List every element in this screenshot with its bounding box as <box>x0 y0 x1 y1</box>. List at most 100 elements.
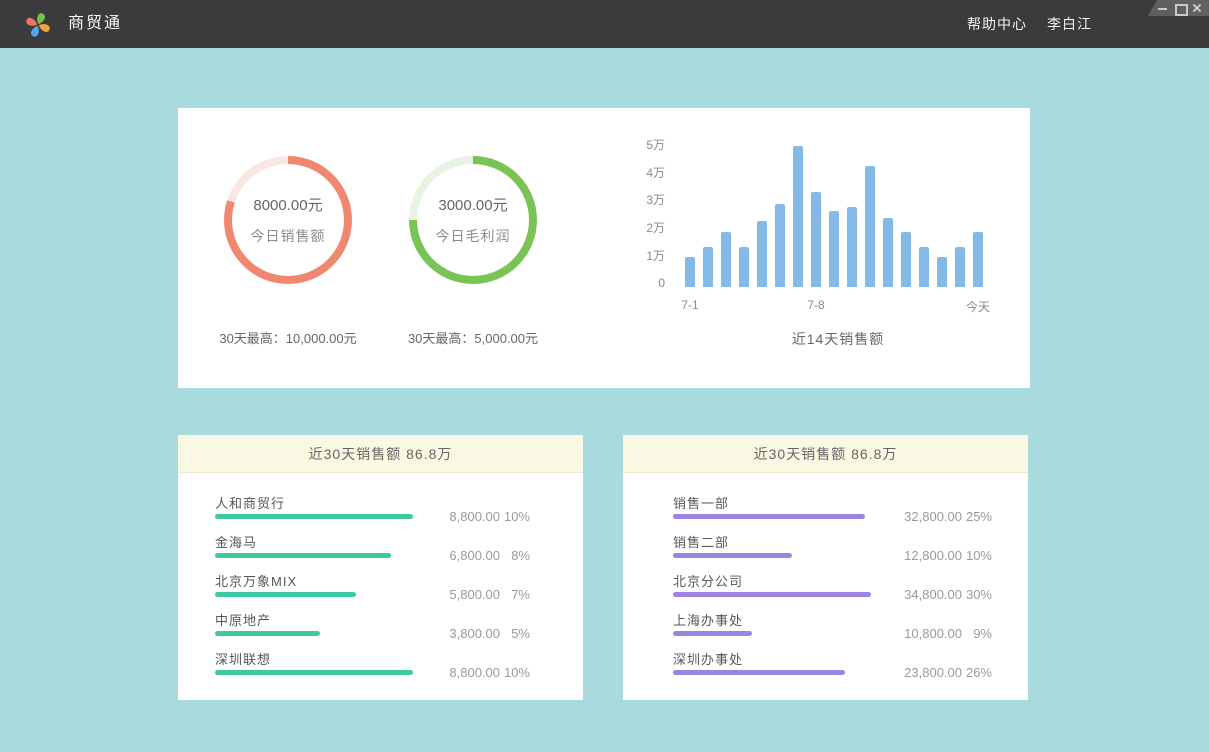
rank-item-figures: 8,800.0010% <box>415 509 530 524</box>
rank-item-amount: 8,800.00 <box>415 509 500 524</box>
rank-item-amount: 10,800.00 <box>877 626 962 641</box>
rank-item-figures: 8,800.0010% <box>415 665 530 680</box>
rank-row: 北京分公司34,800.0030% <box>673 571 1003 597</box>
bar-chart-bars <box>685 136 991 287</box>
rank-item-amount: 23,800.00 <box>877 665 962 680</box>
today-profit-value: 3000.00元 <box>438 194 507 215</box>
rank-item-percent: 9% <box>962 626 992 641</box>
today-profit-donut: 3000.00元 今日毛利润 <box>409 156 537 284</box>
daily-sales-bar <box>973 232 983 287</box>
minimize-button-icon[interactable] <box>1158 3 1167 13</box>
rank-item-bar <box>215 553 391 558</box>
daily-sales-bar <box>847 207 857 287</box>
daily-sales-bar <box>829 211 839 287</box>
rank-item-amount: 32,800.00 <box>877 509 962 524</box>
x-axis-tick-label: 今天 <box>966 298 990 315</box>
rank-row: 上海办事处10,800.009% <box>673 610 1003 636</box>
rank-row: 深圳联想8,800.0010% <box>215 649 545 675</box>
dept-rank-title: 近30天销售额 86.8万 <box>623 435 1028 473</box>
rank-item-amount: 8,800.00 <box>415 665 500 680</box>
maximize-button-icon[interactable] <box>1175 3 1184 13</box>
rank-row: 金海马6,800.008% <box>215 532 545 558</box>
rank-item-bar <box>215 631 320 636</box>
rank-row: 北京万象MIX5,800.007% <box>215 571 545 597</box>
rank-item-bar <box>215 592 356 597</box>
customer-rank-list: 人和商贸行8,800.0010% 金海马6,800.008% 北京万象MIX5,80… <box>178 473 583 675</box>
rank-item-figures: 34,800.0030% <box>877 587 992 602</box>
y-axis-tick-label: 1万 <box>640 249 665 263</box>
dept-rank-card: 近30天销售额 86.8万 销售一部32,800.0025% 销售二部12,800… <box>623 435 1028 700</box>
rank-item-percent: 7% <box>500 587 530 602</box>
daily-sales-bar <box>883 218 893 287</box>
rank-item-figures: 6,800.008% <box>415 548 530 563</box>
rank-item-bar <box>673 592 871 597</box>
daily-sales-bar <box>811 192 821 287</box>
rank-item-figures: 10,800.009% <box>877 626 992 641</box>
today-sales-label: 今日销售额 <box>251 226 326 246</box>
rank-item-percent: 5% <box>500 626 530 641</box>
rank-item-figures: 23,800.0026% <box>877 665 992 680</box>
daily-sales-bar <box>757 221 767 287</box>
today-sales-donut: 8000.00元 今日销售额 <box>224 156 352 284</box>
rank-item-amount: 6,800.00 <box>415 548 500 563</box>
daily-sales-bar <box>955 247 965 287</box>
rank-item-percent: 10% <box>962 548 992 563</box>
today-profit-donut-center: 3000.00元 今日毛利润 <box>409 156 537 284</box>
help-center-link[interactable]: 帮助中心 <box>967 14 1027 34</box>
logo-petal-icon <box>30 25 40 38</box>
username-menu[interactable]: 李白江 <box>1047 14 1092 34</box>
daily-sales-bar <box>703 247 713 287</box>
titlebar-links: 帮助中心 李白江 <box>967 0 1092 48</box>
rank-item-figures: 3,800.005% <box>415 626 530 641</box>
rank-item-figures: 5,800.007% <box>415 587 530 602</box>
today-sales-value: 8000.00元 <box>253 194 322 215</box>
y-axis-tick-label: 2万 <box>640 221 665 235</box>
rank-item-amount: 12,800.00 <box>877 548 962 563</box>
rank-item-percent: 10% <box>500 665 530 680</box>
bar-chart-title: 近14天销售额 <box>685 329 991 349</box>
daily-sales-bar <box>937 257 947 287</box>
rank-item-bar <box>673 631 752 636</box>
daily-sales-bar <box>721 232 731 287</box>
rank-item-bar <box>673 514 865 519</box>
daily-sales-bar <box>739 247 749 287</box>
rank-item-amount: 34,800.00 <box>877 587 962 602</box>
sales-14day-bar-chart: 5万4万3万2万1万0 7-17-8今天 近14天销售额 <box>640 136 1010 366</box>
rank-item-bar <box>215 514 413 519</box>
rank-row: 深圳办事处23,800.0026% <box>673 649 1003 675</box>
app-title: 商贸通 <box>68 0 122 48</box>
y-axis-tick-label: 0 <box>640 276 665 290</box>
rank-row: 销售二部12,800.0010% <box>673 532 1003 558</box>
rank-row: 销售一部32,800.0025% <box>673 493 1003 519</box>
rank-item-bar <box>215 670 413 675</box>
y-axis-tick-label: 4万 <box>640 166 665 180</box>
daily-sales-bar <box>775 204 785 287</box>
titlebar: 商贸通 帮助中心 李白江 <box>0 0 1209 48</box>
today-sales-donut-center: 8000.00元 今日销售额 <box>224 156 352 284</box>
rank-item-figures: 12,800.0010% <box>877 548 992 563</box>
x-axis-tick-label: 7-8 <box>807 298 824 312</box>
daily-sales-bar <box>793 146 803 287</box>
rank-item-percent: 26% <box>962 665 992 680</box>
close-button-icon[interactable] <box>1192 3 1201 13</box>
daily-sales-bar <box>685 257 695 287</box>
rank-item-percent: 30% <box>962 587 992 602</box>
profit-30day-max: 30天最高：5,000.00元 <box>363 328 583 347</box>
dept-rank-list: 销售一部32,800.0025% 销售二部12,800.0010% 北京分公司34,… <box>623 473 1028 675</box>
rank-item-bar <box>673 670 845 675</box>
window-controls <box>1148 0 1209 16</box>
logo-petals <box>25 12 50 37</box>
rank-item-amount: 5,800.00 <box>415 587 500 602</box>
customer-rank-title: 近30天销售额 86.8万 <box>178 435 583 473</box>
daily-sales-bar <box>919 247 929 287</box>
daily-sales-bar <box>865 166 875 287</box>
rank-row: 人和商贸行8,800.0010% <box>215 493 545 519</box>
rank-item-figures: 32,800.0025% <box>877 509 992 524</box>
rank-row: 中原地产3,800.005% <box>215 610 545 636</box>
today-profit-label: 今日毛利润 <box>436 226 511 246</box>
y-axis-tick-label: 5万 <box>640 138 665 152</box>
overview-card: 8000.00元 今日销售额 30天最高：10,000.00元 3000.00元… <box>178 108 1030 388</box>
logo-petal-icon <box>36 12 46 25</box>
rank-item-amount: 3,800.00 <box>415 626 500 641</box>
logo-petal-icon <box>25 17 38 27</box>
